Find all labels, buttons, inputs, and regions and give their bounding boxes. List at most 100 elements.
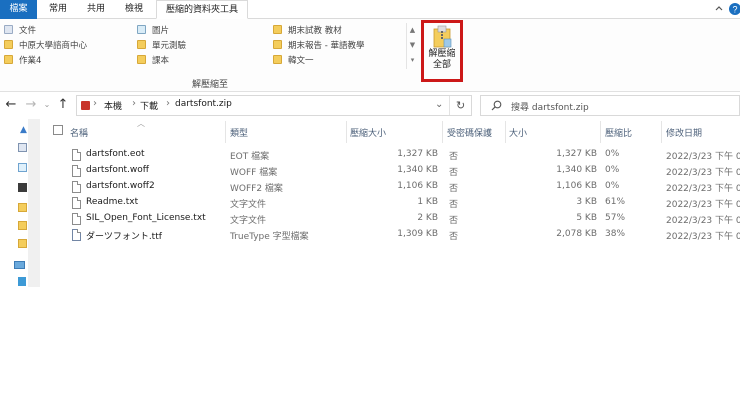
folder-icon [273, 40, 282, 49]
help-icon[interactable]: ? [728, 2, 740, 19]
navigation-pane-scrollbar[interactable] [28, 119, 40, 287]
file-row[interactable]: dartsfont.woff2 WOFF2 檔案 1,106 KB 否 1,10… [44, 179, 740, 195]
destination-label: 單元測驗 [152, 41, 187, 51]
file-name: ダーツフォント.ttf [86, 232, 162, 242]
column-type[interactable]: 類型 [230, 126, 248, 139]
file-compressed-size: 1,106 KB [397, 181, 438, 191]
drive-icon[interactable] [18, 277, 26, 286]
chevron-down-icon[interactable]: ⌄ [435, 99, 443, 110]
column-divider[interactable] [661, 121, 662, 143]
column-divider[interactable] [225, 121, 226, 143]
up-arrow-icon[interactable]: ↑ [56, 97, 70, 113]
gallery-expand-icon[interactable]: ▾ [407, 53, 418, 68]
gallery-scroll-up-icon[interactable]: ▲ [407, 23, 418, 38]
chevron-right-icon[interactable]: › [166, 98, 170, 109]
breadcrumb-this-pc[interactable]: 本機 [104, 99, 122, 112]
chevron-right-icon[interactable]: › [132, 98, 136, 109]
back-arrow-icon[interactable]: ← [4, 97, 18, 113]
folder-icon [4, 40, 13, 49]
folder-icon[interactable] [18, 221, 27, 230]
column-modified[interactable]: 修改日期 [666, 126, 702, 139]
folder-icon[interactable] [18, 203, 27, 212]
search-input[interactable]: 搜尋 dartsfont.zip [511, 100, 589, 113]
destination-label: 文件 [19, 26, 37, 36]
file-type: 文字文件 [230, 216, 267, 226]
column-name[interactable]: 名稱 [70, 126, 88, 139]
column-divider[interactable] [442, 121, 443, 143]
file-protected: 否 [449, 216, 459, 226]
destination-item[interactable]: 期末報告 - 華語教學 [273, 40, 364, 53]
extract-all-button[interactable]: 解壓縮 全部 [421, 20, 463, 82]
file-row[interactable]: Readme.txt 文字文件 1 KB 否 3 KB 61% 2022/3/2… [44, 195, 740, 211]
file-ratio: 61% [605, 197, 626, 207]
column-divider[interactable] [346, 121, 347, 143]
file-type: EOT 檔案 [230, 152, 270, 162]
file-type: WOFF2 檔案 [230, 184, 283, 194]
folder-icon[interactable] [18, 239, 27, 248]
file-row[interactable]: ダーツフォント.ttf TrueType 字型檔案 1,309 KB 否 2,0… [44, 227, 740, 243]
tab-view[interactable]: 檢視 [118, 0, 150, 19]
gallery-scroll-down-icon[interactable]: ▼ [407, 38, 418, 53]
file-protected: 否 [449, 168, 459, 178]
file-icon [72, 181, 81, 193]
column-size[interactable]: 大小 [509, 126, 527, 139]
column-password-protected[interactable]: 受密碼保護 [447, 126, 492, 139]
select-all-checkbox[interactable] [53, 125, 63, 135]
chevron-right-icon[interactable]: › [93, 98, 97, 109]
extract-all-label-line1: 解壓縮 [428, 49, 456, 59]
file-list: ︿ 名稱 類型 壓縮大小 受密碼保護 大小 壓縮比 修改日期 dartsfont… [44, 119, 740, 269]
destination-label: 課本 [152, 56, 170, 66]
gallery-scrollbar[interactable]: ▲ ▼ ▾ [406, 23, 418, 69]
destination-label: 作業4 [19, 56, 42, 66]
file-type: TrueType 字型檔案 [230, 232, 309, 242]
forward-arrow-icon[interactable]: → [24, 97, 38, 113]
recent-locations-icon[interactable]: ⌄ [40, 97, 54, 113]
file-compressed-size: 1,340 KB [397, 165, 438, 175]
file-ratio: 38% [605, 229, 626, 239]
destination-item[interactable]: 圖片 [137, 25, 169, 38]
column-divider[interactable] [505, 121, 506, 143]
tab-compressed-folder-tools[interactable]: 壓縮的資料夾工具 [156, 0, 248, 19]
file-row[interactable]: dartsfont.eot EOT 檔案 1,327 KB 否 1,327 KB… [44, 147, 740, 163]
destination-item[interactable]: 單元測驗 [137, 40, 186, 53]
video-icon[interactable] [18, 183, 27, 192]
refresh-icon[interactable]: ↻ [456, 99, 465, 112]
column-divider[interactable] [600, 121, 601, 143]
column-compressed-size[interactable]: 壓縮大小 [350, 126, 386, 139]
picture-icon[interactable] [18, 163, 27, 172]
tab-share[interactable]: 共用 [80, 0, 112, 19]
address-divider [449, 96, 450, 115]
destination-item[interactable]: 作業4 [4, 55, 41, 68]
text-file-icon [72, 197, 81, 209]
file-compressed-size: 1,309 KB [397, 229, 438, 239]
breadcrumb-zip[interactable]: dartsfont.zip [175, 99, 232, 109]
document-icon [4, 25, 13, 34]
breadcrumb-downloads[interactable]: 下載 [140, 99, 158, 112]
this-pc-icon[interactable] [14, 261, 25, 269]
document-icon[interactable] [18, 143, 27, 152]
chevron-up-icon[interactable] [714, 3, 724, 16]
destination-item[interactable]: 中原大學諮商中心 [4, 40, 87, 53]
file-size: 3 KB [576, 197, 597, 207]
folder-icon [4, 55, 13, 64]
tab-file[interactable]: 檔案 [0, 0, 37, 19]
file-row[interactable]: SIL_Open_Font_License.txt 文字文件 2 KB 否 5 … [44, 211, 740, 227]
column-ratio[interactable]: 壓縮比 [605, 126, 632, 139]
navigation-pane: ▲ [0, 119, 40, 287]
file-icon [72, 149, 81, 161]
file-size: 1,340 KB [556, 165, 597, 175]
address-bar[interactable]: › 本機 › 下載 › dartsfont.zip ⌄ ↻ [76, 95, 472, 116]
ribbon-panel: 文件 中原大學諮商中心 作業4 圖片 單元測驗 課本 期末試教 教材 期末報告 … [0, 19, 740, 92]
file-row[interactable]: dartsfont.woff WOFF 檔案 1,340 KB 否 1,340 … [44, 163, 740, 179]
tab-home[interactable]: 常用 [42, 0, 74, 19]
destination-item[interactable]: 韓文一 [273, 55, 314, 68]
file-modified: 2022/3/23 下午 0 [666, 184, 740, 194]
zip-folder-icon [81, 101, 90, 110]
ribbon-tab-bar: 檔案 常用 共用 檢視 壓縮的資料夾工具 ? [0, 0, 740, 19]
search-box[interactable]: 搜尋 dartsfont.zip [480, 95, 740, 116]
file-size: 2,078 KB [556, 229, 597, 239]
destination-item[interactable]: 期末試教 教材 [273, 25, 342, 38]
destination-item[interactable]: 文件 [4, 25, 36, 38]
destination-item[interactable]: 課本 [137, 55, 169, 68]
nav-expand-icon[interactable]: ▲ [20, 125, 27, 135]
